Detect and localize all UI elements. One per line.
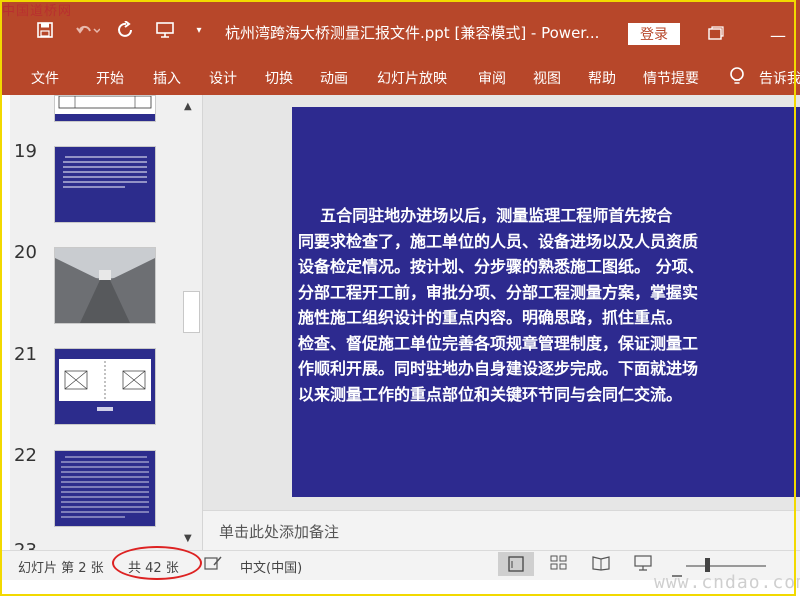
scroll-down-icon[interactable]: ▼ xyxy=(184,533,192,544)
slide-number-23: 23 xyxy=(14,540,37,550)
restore-icon[interactable] xyxy=(708,26,724,44)
zoom-slider-handle[interactable] xyxy=(705,558,710,572)
slide-number-22: 22 xyxy=(14,445,37,466)
watermark-top: 中国道桥网 xyxy=(2,4,73,19)
tab-insert[interactable]: 插入 xyxy=(153,68,181,88)
notes-placeholder[interactable]: 单击此处添加备注 xyxy=(219,521,339,542)
reading-view-icon[interactable] xyxy=(592,555,610,575)
minimize-icon[interactable]: — xyxy=(770,26,786,45)
tab-animations[interactable]: 动画 xyxy=(320,68,348,88)
tab-help[interactable]: 帮助 xyxy=(588,68,616,88)
tab-view[interactable]: 视图 xyxy=(533,68,561,88)
slide-thumbnail-22[interactable] xyxy=(54,450,156,527)
slide-number-19: 19 xyxy=(14,141,37,162)
window-title: 杭州湾跨海大桥测量汇报文件.ppt [兼容模式] - Power... xyxy=(225,24,600,42)
redo-icon[interactable] xyxy=(114,18,138,42)
slide-position-label: 幻灯片 第 2 张 xyxy=(18,561,104,576)
current-slide[interactable]: 五合同驻地办进场以后，测量监理工程师首先按合 同要求检查了，施工单位的人员、设备… xyxy=(292,107,800,497)
spellcheck-icon[interactable] xyxy=(204,555,222,575)
login-button[interactable]: 登录 xyxy=(628,23,680,45)
zoom-slider[interactable] xyxy=(686,565,766,567)
slide-thumbnail-21[interactable] xyxy=(54,348,156,425)
lightbulb-icon[interactable] xyxy=(728,66,746,90)
slide-number-21: 21 xyxy=(14,344,37,365)
scroll-up-icon[interactable]: ▲ xyxy=(184,101,192,112)
slide-thumbnail-18[interactable] xyxy=(54,95,156,122)
notes-pane[interactable]: 单击此处添加备注 xyxy=(203,510,800,551)
slideshow-view-icon[interactable] xyxy=(634,555,652,575)
slide-thumbnail-19[interactable] xyxy=(54,146,156,223)
save-icon[interactable] xyxy=(34,18,56,42)
language-label[interactable]: 中文(中国) xyxy=(240,557,302,576)
tab-review[interactable]: 审阅 xyxy=(478,68,506,88)
normal-view-icon[interactable] xyxy=(498,552,534,576)
watermark-bottom: www.cndao.com xyxy=(654,572,800,593)
tab-storyboard[interactable]: 情节提要 xyxy=(643,68,699,88)
undo-icon[interactable] xyxy=(70,18,104,42)
highlight-circle xyxy=(112,546,202,580)
tab-transitions[interactable]: 切换 xyxy=(265,68,293,88)
tab-file[interactable]: 文件 xyxy=(31,68,59,88)
slide-number-20: 20 xyxy=(14,242,37,263)
thumbnail-scrollbar[interactable]: ▲ ▼ xyxy=(180,95,203,550)
tab-slideshow[interactable]: 幻灯片放映 xyxy=(377,68,447,88)
slide-body-text[interactable]: 五合同驻地办进场以后，测量监理工程师首先按合 同要求检查了，施工单位的人员、设备… xyxy=(298,203,800,407)
customize-icon[interactable]: ▾ xyxy=(190,18,208,42)
slide-thumbnail-20[interactable] xyxy=(54,247,156,324)
present-icon[interactable] xyxy=(152,18,178,42)
tab-design[interactable]: 设计 xyxy=(209,68,237,88)
scrollbar-thumb[interactable] xyxy=(183,291,200,333)
slide-sorter-icon[interactable] xyxy=(550,555,568,575)
tell-me-search[interactable]: 告诉我 xyxy=(759,68,800,88)
tab-home[interactable]: 开始 xyxy=(96,68,124,88)
